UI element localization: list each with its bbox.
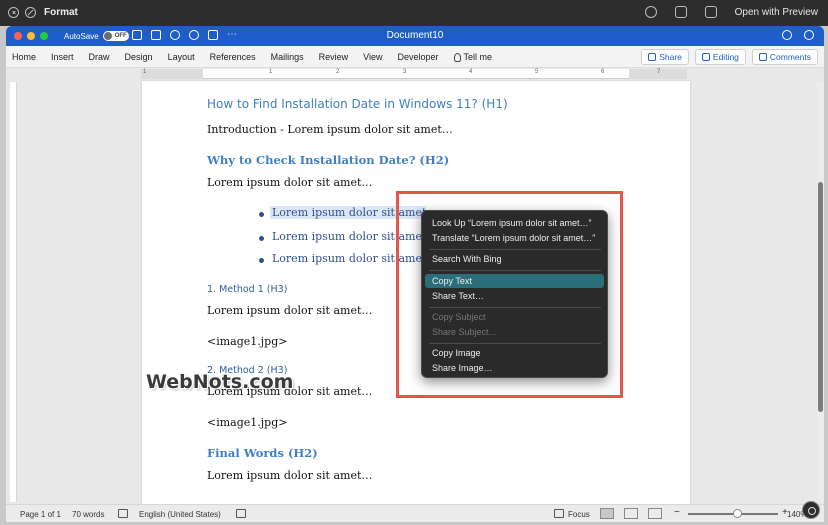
paragraph-1[interactable]: Lorem ipsum dolor sit amet…: [207, 176, 372, 189]
tell-me-search[interactable]: Tell me: [453, 52, 493, 62]
tab-mailings[interactable]: Mailings: [271, 52, 304, 62]
paragraph-4[interactable]: Lorem ipsum dolor sit amet…: [207, 469, 372, 482]
intro-paragraph[interactable]: Introduction - Lorem ipsum dolor sit ame…: [207, 123, 453, 136]
disable-icon[interactable]: [25, 7, 36, 18]
heading-1[interactable]: How to Find Installation Date in Windows…: [207, 97, 508, 111]
image-placeholder-2[interactable]: <image1.jpg>: [207, 416, 287, 429]
lightbulb-icon: [453, 52, 461, 62]
vertical-ruler[interactable]: [10, 82, 17, 502]
comments-button[interactable]: Comments: [751, 49, 818, 65]
tab-review[interactable]: Review: [319, 52, 349, 62]
focus-icon[interactable]: [554, 509, 564, 518]
ruler-left-margin: [141, 69, 203, 79]
accessibility-icon[interactable]: [236, 509, 246, 518]
scrollbar-thumb[interactable]: [818, 182, 823, 412]
status-bar: Page 1 of 1 70 words English (United Sta…: [6, 504, 824, 522]
print-layout-view-icon[interactable]: [600, 508, 614, 519]
tab-insert[interactable]: Insert: [51, 52, 74, 62]
tab-developer[interactable]: Developer: [398, 52, 439, 62]
menu-separator: [429, 307, 601, 308]
open-with-preview-button[interactable]: Open with Preview: [735, 7, 818, 18]
ruler-number: 5: [535, 69, 539, 75]
paragraph-2[interactable]: Lorem ipsum dolor sit amet…: [207, 304, 372, 317]
share-icon: [648, 53, 657, 61]
menu-item-translate[interactable]: Translate “Lorem ipsum dolor sit amet…”: [425, 231, 604, 245]
rotate-icon[interactable]: [674, 6, 687, 18]
share-label: Share: [659, 52, 682, 62]
heading-final[interactable]: Final Words (H2): [207, 446, 318, 460]
image-placeholder-1[interactable]: <image1.jpg>: [207, 335, 287, 348]
heading-why[interactable]: Why to Check Installation Date? (H2): [207, 153, 449, 167]
vertical-scrollbar[interactable]: [817, 82, 824, 502]
comments-label: Comments: [769, 52, 811, 62]
tab-layout[interactable]: Layout: [168, 52, 195, 62]
share-button[interactable]: Share: [641, 49, 689, 65]
menu-item-share-subject: Share Subject…: [432, 327, 498, 337]
ruler-number: 1: [269, 69, 273, 75]
page-count[interactable]: Page 1 of 1: [20, 510, 61, 519]
preview-title-bar: Format Open with Preview: [0, 0, 828, 26]
tab-draw[interactable]: Draw: [89, 52, 110, 62]
markup-icon[interactable]: [644, 6, 657, 18]
tab-view[interactable]: View: [363, 52, 382, 62]
zoom-slider-knob[interactable]: [733, 509, 742, 518]
menu-item-look-up[interactable]: Look Up “Lorem ipsum dolor sit amet…”: [425, 216, 604, 230]
share-icon[interactable]: [704, 6, 717, 18]
search-icon[interactable]: [782, 30, 792, 40]
ruler-number: 7: [657, 69, 661, 75]
preview-title: Format: [44, 7, 78, 18]
bullet-dot: [259, 258, 264, 263]
close-icon[interactable]: [8, 7, 19, 18]
menu-separator: [429, 270, 601, 271]
ruler-number: 3: [403, 69, 407, 75]
menu-separator: [429, 249, 601, 250]
comment-icon: [758, 53, 767, 61]
ruler-number: 4: [469, 69, 473, 75]
ruler-number: 6: [601, 69, 605, 75]
word-title-bar: AutoSave OFF ⋯ Document10: [6, 26, 824, 46]
menu-item-share-text[interactable]: Share Text…: [425, 289, 604, 303]
web-layout-view-icon[interactable]: [624, 508, 638, 519]
focus-button[interactable]: Focus: [568, 510, 590, 519]
horizontal-ruler[interactable]: 1 1 2 3 4 5 6 7: [141, 69, 687, 79]
menu-item-share-image[interactable]: Share Image…: [425, 361, 604, 375]
menu-separator: [429, 343, 601, 344]
ribbon-tabs: Home Insert Draw Design Layout Reference…: [6, 46, 824, 68]
proofing-icon[interactable]: [118, 509, 128, 518]
context-menu: Look Up “Lorem ipsum dolor sit amet…” Tr…: [421, 210, 608, 378]
outline-view-icon[interactable]: [648, 508, 662, 519]
ruler-number: 2: [336, 69, 340, 75]
bullet-dot: [259, 236, 264, 241]
bullet-dot: [259, 212, 264, 217]
heading-method-1[interactable]: 1. Method 1 (H3): [207, 284, 287, 295]
menu-item-copy-text[interactable]: Copy Text: [425, 274, 604, 288]
editing-button[interactable]: Editing: [694, 49, 746, 65]
menu-item-copy-image[interactable]: Copy Image: [425, 346, 604, 360]
tell-me-label: Tell me: [463, 52, 493, 62]
tab-references[interactable]: References: [210, 52, 256, 62]
preview-corner-button[interactable]: [802, 501, 820, 519]
pencil-icon: [701, 53, 710, 61]
ruler-number: 1: [143, 69, 147, 75]
language[interactable]: English (United States): [139, 510, 221, 519]
word-count[interactable]: 70 words: [72, 510, 104, 519]
menu-item-copy-subject: Copy Subject: [432, 312, 486, 322]
menu-item-search-with-bing[interactable]: Search With Bing: [425, 252, 604, 266]
editing-label: Editing: [712, 52, 739, 62]
tab-home[interactable]: Home: [12, 52, 36, 62]
account-icon[interactable]: [804, 30, 814, 40]
document-title: Document10: [386, 30, 444, 41]
webnots-watermark: WebNots.com: [146, 371, 294, 393]
zoom-out-icon[interactable]: −: [674, 507, 680, 518]
tab-design[interactable]: Design: [125, 52, 153, 62]
